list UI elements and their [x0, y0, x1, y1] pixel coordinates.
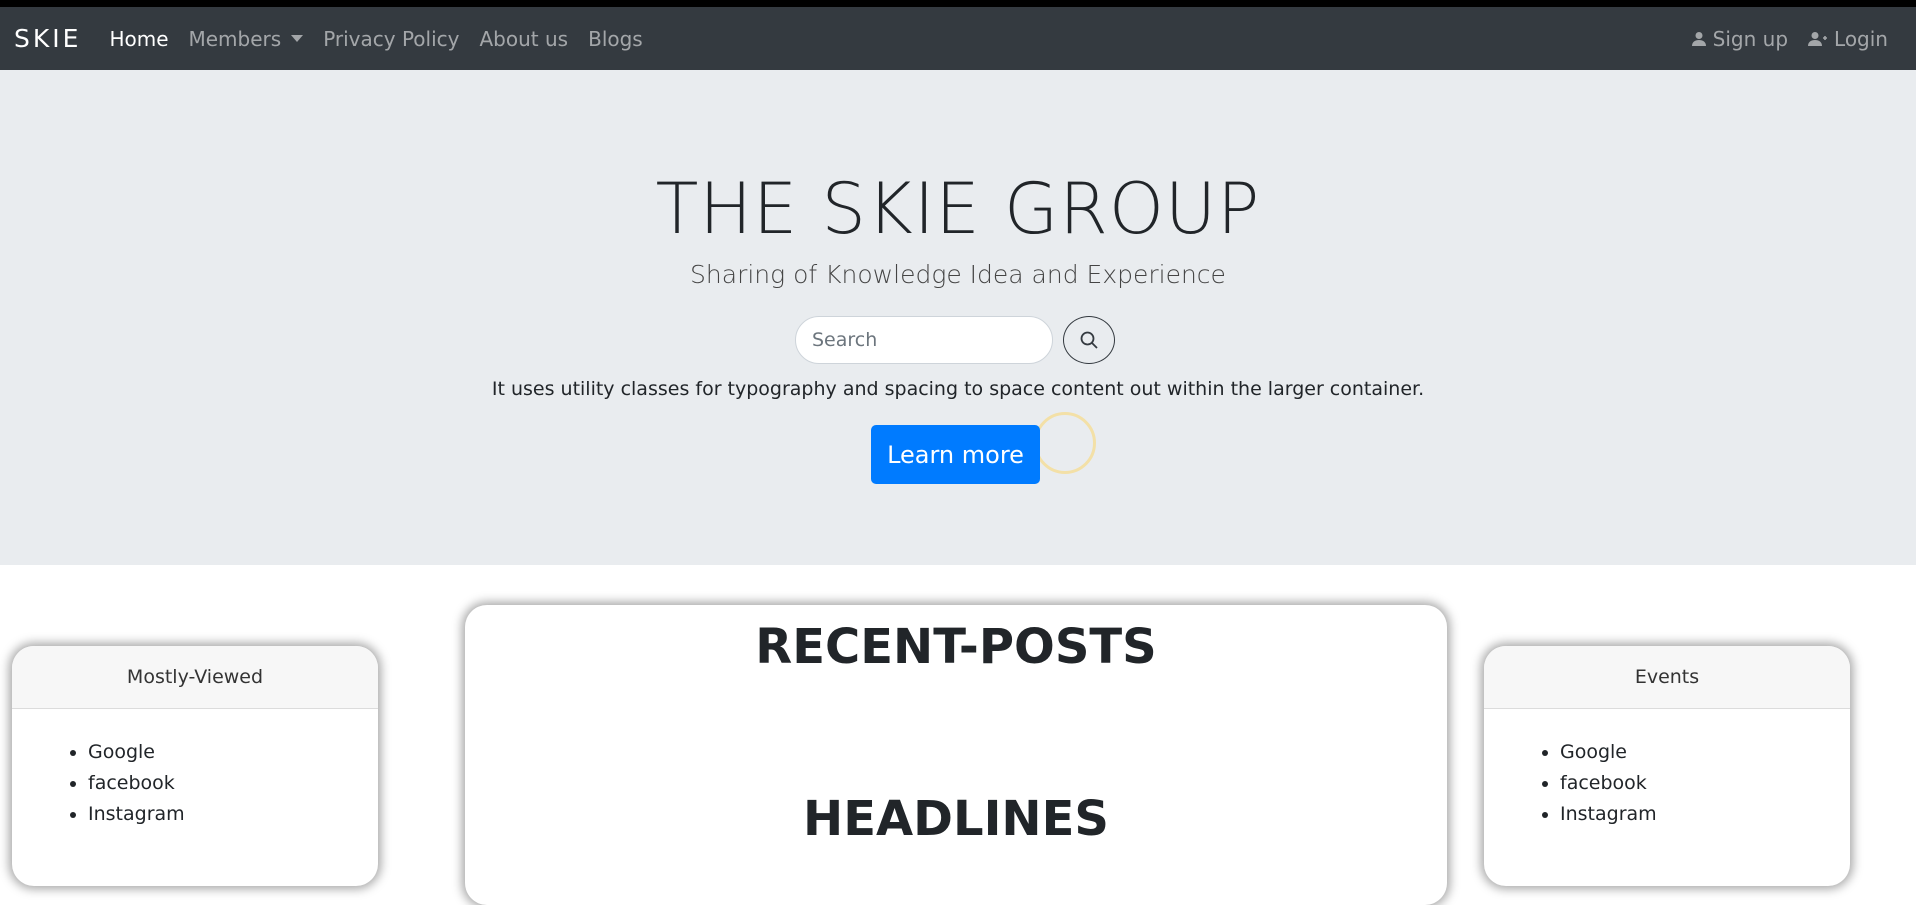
nav-members-dropdown[interactable]: Members [189, 27, 304, 51]
user-plus-icon [1808, 31, 1828, 47]
events-header: Events [1484, 646, 1850, 709]
list-item[interactable]: facebook [88, 768, 378, 799]
list-item[interactable]: Instagram [1560, 799, 1850, 830]
mostly-viewed-list: Google facebook Instagram [12, 709, 378, 830]
search-icon [1079, 330, 1099, 350]
nav-members-label: Members [188, 26, 282, 51]
mostly-viewed-card: Mostly-Viewed Google facebook Instagram [12, 646, 378, 886]
headlines-title: HEADLINES [803, 791, 1109, 847]
recent-posts-title: RECENT-POSTS [755, 619, 1157, 675]
mostly-viewed-header: Mostly-Viewed [12, 646, 378, 709]
list-item[interactable]: Google [1560, 737, 1850, 768]
search-input[interactable] [795, 316, 1053, 364]
events-list: Google facebook Instagram [1484, 709, 1850, 830]
nav-blogs[interactable]: Blogs [588, 27, 643, 51]
events-card: Events Google facebook Instagram [1484, 646, 1850, 886]
nav-privacy-policy[interactable]: Privacy Policy [323, 27, 459, 51]
login-label: Login [1834, 26, 1888, 51]
caret-down-icon [291, 35, 304, 42]
list-item[interactable]: Google [88, 737, 378, 768]
nav-about-us[interactable]: About us [480, 27, 569, 51]
login-link[interactable]: Login [1808, 27, 1888, 51]
jumbotron: THE SKIE GROUP Sharing of Knowledge Idea… [0, 70, 1916, 565]
brand-logo[interactable]: SKIE [14, 24, 81, 53]
hero-lead-text: It uses utility classes for typography a… [491, 378, 1425, 400]
hero-title: THE SKIE GROUP [655, 168, 1261, 250]
navbar: SKIE Home Members Privacy Policy About u… [0, 7, 1916, 70]
signup-link[interactable]: Sign up [1691, 27, 1788, 51]
search-button[interactable] [1063, 316, 1115, 364]
list-item[interactable]: facebook [1560, 768, 1850, 799]
signup-label: Sign up [1712, 26, 1789, 51]
recent-posts-card: RECENT-POSTS HEADLINES [465, 605, 1447, 905]
top-strip [0, 0, 1916, 7]
hero-subtitle: Sharing of Knowledge Idea and Experience [690, 260, 1226, 289]
cursor-highlight [1034, 412, 1096, 474]
user-icon [1691, 31, 1707, 47]
learn-more-button[interactable]: Learn more [871, 425, 1040, 484]
list-item[interactable]: Instagram [88, 799, 378, 830]
nav-right: Sign up Login [1671, 7, 1888, 70]
nav-home[interactable]: Home [109, 27, 168, 51]
